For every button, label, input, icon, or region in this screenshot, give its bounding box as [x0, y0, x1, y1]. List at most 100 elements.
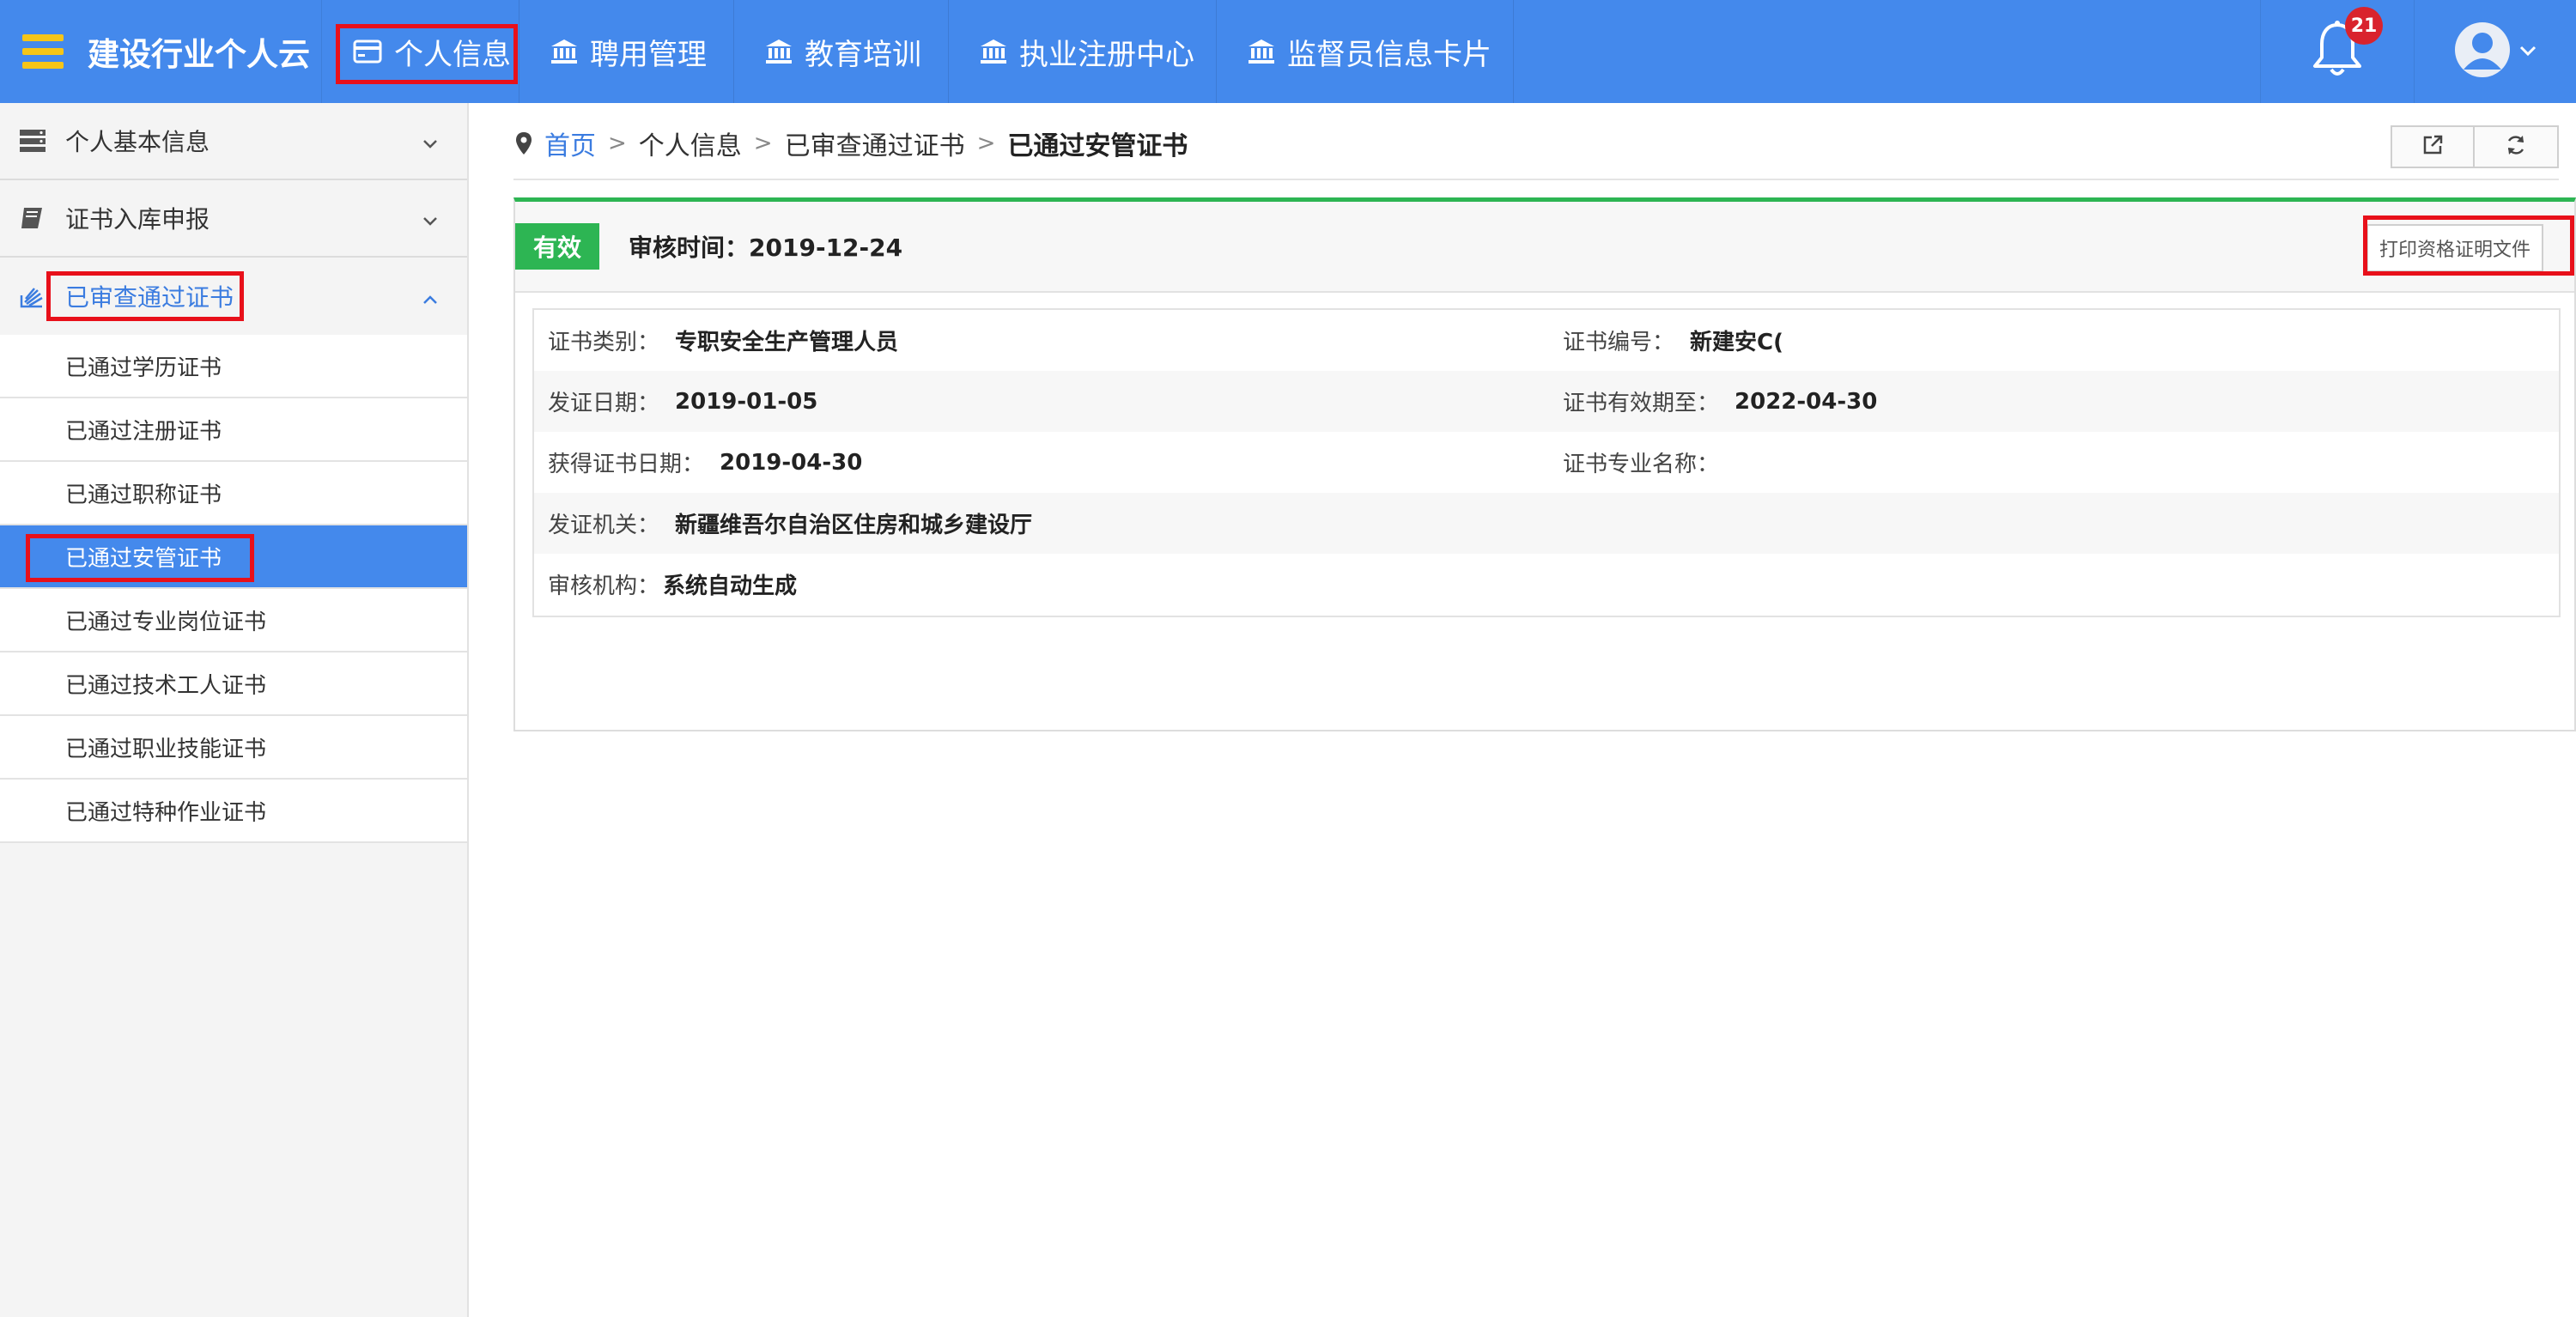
notifications-button[interactable]: 21 [2260, 0, 2415, 103]
field-label: 发证机关： [548, 513, 660, 538]
field-label: 审核机构： [548, 574, 660, 599]
page-tools [2391, 125, 2559, 168]
status-badge: 有效 [515, 223, 599, 270]
field-label: 证书类别： [548, 330, 660, 355]
nav-label: 聘用管理 [590, 37, 707, 72]
chevron-right-icon: > [753, 130, 773, 156]
breadcrumb-divider [513, 179, 2559, 180]
breadcrumb-level1[interactable]: 个人信息 [639, 124, 742, 162]
detail-row: 发证机关： 新疆维吾尔自治区住房和城乡建设厅 [534, 493, 2559, 554]
bank-icon [765, 39, 793, 64]
review-time-value: 2019-12-24 [749, 234, 903, 262]
breadcrumb-current: 已通过安管证书 [1007, 131, 1188, 161]
sidebar-item-vocational-skill-cert[interactable]: 已通过职业技能证书 [0, 716, 467, 780]
bank-icon [550, 39, 578, 64]
book-icon [19, 205, 65, 231]
chevron-right-icon: > [608, 130, 627, 156]
card-icon [353, 39, 382, 64]
sidebar-group-basic-info[interactable]: 个人基本信息 [0, 103, 467, 180]
field-cert-no: 证书编号： 新建安C( [1549, 325, 2559, 356]
review-time-label: 审核时间： [629, 234, 750, 262]
redacted-block [1784, 329, 1940, 352]
stack-icon [19, 283, 65, 309]
sidebar: 个人基本信息 证书入库申报 已审查通过证书 已通过学历证书 已通过注册证书 已通… [0, 103, 469, 1317]
sidebar-item-education-cert[interactable]: 已通过学历证书 [0, 335, 467, 398]
sidebar-item-label: 已通过特种作业证书 [65, 799, 267, 826]
detail-row: 审核机构： 系统自动生成 [534, 554, 2559, 615]
sidebar-item-technical-worker-cert[interactable]: 已通过技术工人证书 [0, 652, 467, 716]
field-value: 新建安C( [1690, 330, 1783, 355]
breadcrumb: 首页 > 个人信息 > 已审查通过证书 > 已通过安管证书 [515, 122, 1188, 165]
sidebar-group-label: 证书入库申报 [65, 205, 210, 234]
brand-area: 建设行业个人云 [0, 0, 322, 103]
sidebar-group-label: 已审查通过证书 [65, 283, 234, 312]
detail-row: 证书类别： 专职安全生产管理人员 证书编号： 新建安C( [534, 310, 2559, 371]
chevron-down-icon [422, 204, 438, 233]
field-value: 2022-04-30 [1735, 388, 1878, 415]
bank-icon [980, 39, 1007, 64]
field-value: 2019-01-05 [675, 388, 818, 415]
field-value: 专职安全生产管理人员 [675, 330, 899, 355]
sidebar-item-safety-mgmt-cert[interactable]: 已通过安管证书 [0, 525, 467, 589]
sidebar-item-label: 已通过职业技能证书 [65, 736, 267, 762]
field-label: 发证日期： [548, 391, 660, 416]
map-pin-icon [515, 131, 532, 155]
breadcrumb-home-link[interactable]: 首页 [544, 124, 596, 162]
bank-icon [1248, 39, 1275, 64]
nav-label: 执业注册中心 [1019, 37, 1194, 72]
field-label: 获得证书日期： [548, 452, 705, 477]
sidebar-item-label: 已通过注册证书 [65, 418, 222, 445]
breadcrumb-level2[interactable]: 已审查通过证书 [785, 124, 965, 162]
sidebar-item-professional-post-cert[interactable]: 已通过专业岗位证书 [0, 589, 467, 652]
main-nav: 个人信息 聘用管理 教育培训 执业注册中心 监督员信息卡片 [322, 0, 1514, 103]
field-value: 系统自动生成 [663, 574, 798, 599]
nav-supervisor-card[interactable]: 监督员信息卡片 [1217, 0, 1514, 103]
field-reviewer: 审核机构： 系统自动生成 [534, 568, 1549, 600]
certificate-panel: 有效 审核时间：2019-12-24 打印资格证明文件 证书类别： 专职安全生产… [513, 197, 2576, 731]
field-cert-type: 证书类别： 专职安全生产管理人员 [534, 325, 1549, 356]
nav-registration-center[interactable]: 执业注册中心 [949, 0, 1217, 103]
main-content: 首页 > 个人信息 > 已审查通过证书 > 已通过安管证书 有效 审核时间：20… [471, 103, 2576, 1317]
chevron-up-icon [422, 282, 438, 311]
field-label: 证书编号： [1563, 330, 1675, 355]
nav-education[interactable]: 教育培训 [734, 0, 949, 103]
notification-count-badge: 21 [2345, 7, 2383, 45]
avatar [2454, 21, 2511, 82]
sidebar-group-label: 个人基本信息 [65, 128, 210, 156]
field-specialty: 证书专业名称： [1549, 446, 2559, 478]
nav-label: 教育培训 [805, 37, 921, 72]
sidebar-item-label: 已通过安管证书 [65, 545, 222, 572]
field-value: 新疆维吾尔自治区住房和城乡建设厅 [675, 513, 1033, 538]
user-menu[interactable] [2415, 0, 2576, 103]
sidebar-group-approved-certs[interactable]: 已审查通过证书 [0, 258, 467, 335]
chevron-right-icon: > [976, 130, 996, 156]
field-valid-until: 证书有效期至： 2022-04-30 [1549, 385, 2559, 417]
field-value: 2019-04-30 [720, 449, 863, 476]
nav-label: 监督员信息卡片 [1287, 37, 1492, 72]
review-time: 审核时间：2019-12-24 [629, 229, 902, 264]
refresh-button[interactable] [2475, 125, 2559, 168]
chevron-down-icon [422, 127, 438, 155]
print-certificate-button[interactable]: 打印资格证明文件 [2366, 224, 2543, 272]
field-label: 证书专业名称： [1563, 452, 1720, 477]
chevron-down-icon [2519, 44, 2537, 60]
field-issue-date: 发证日期： 2019-01-05 [534, 385, 1549, 417]
sidebar-item-label: 已通过技术工人证书 [65, 672, 267, 699]
nav-employment[interactable]: 聘用管理 [519, 0, 734, 103]
top-navbar: 建设行业个人云 个人信息 聘用管理 教育培训 执业注册中心 监督员信息卡片 21 [0, 0, 2576, 103]
detail-row: 发证日期： 2019-01-05 证书有效期至： 2022-04-30 [534, 371, 2559, 432]
top-right-tools: 21 [2260, 0, 2576, 103]
certificate-details: 证书类别： 专职安全生产管理人员 证书编号： 新建安C( 发证日期： 2019-… [532, 308, 2561, 617]
sidebar-item-label: 已通过专业岗位证书 [65, 609, 267, 635]
menu-toggle-icon[interactable] [22, 34, 64, 69]
open-new-window-button[interactable] [2391, 125, 2475, 168]
sidebar-item-label: 已通过职称证书 [65, 482, 222, 508]
sidebar-group-cert-declare[interactable]: 证书入库申报 [0, 180, 467, 258]
sidebar-item-registration-cert[interactable]: 已通过注册证书 [0, 398, 467, 462]
certificate-panel-header: 有效 审核时间：2019-12-24 打印资格证明文件 [515, 202, 2574, 293]
sidebar-item-title-cert[interactable]: 已通过职称证书 [0, 462, 467, 525]
sidebar-item-special-operation-cert[interactable]: 已通过特种作业证书 [0, 780, 467, 843]
nav-personal-info[interactable]: 个人信息 [322, 0, 519, 103]
app-title: 建设行业个人云 [88, 36, 310, 73]
field-label: 证书有效期至： [1563, 391, 1720, 416]
